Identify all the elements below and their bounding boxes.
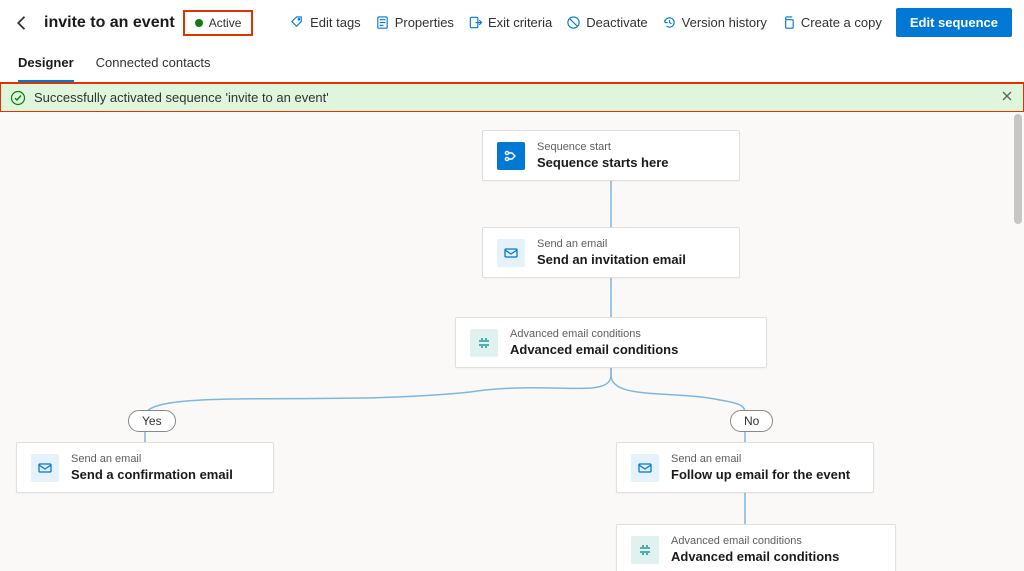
status-text: Active — [209, 16, 242, 30]
email-icon — [31, 454, 59, 482]
tab-connected-contacts[interactable]: Connected contacts — [96, 47, 211, 82]
back-button[interactable] — [12, 13, 32, 33]
email-icon — [631, 454, 659, 482]
edit-tags-button[interactable]: Edit tags — [290, 15, 361, 30]
canvas-scrollbar[interactable] — [1014, 114, 1022, 224]
success-message: Successfully activated sequence 'invite … — [34, 90, 329, 105]
email-icon — [497, 239, 525, 267]
node-title: Advanced email conditions — [510, 342, 678, 357]
node-label: Send an email — [537, 238, 686, 250]
tabs: Designer Connected contacts — [0, 47, 1024, 83]
properties-button[interactable]: Properties — [375, 15, 454, 30]
node-label: Sequence start — [537, 141, 669, 153]
node-conditions-1[interactable]: Advanced email conditions Advanced email… — [455, 317, 767, 368]
node-title: Send a confirmation email — [71, 467, 233, 482]
sequence-canvas[interactable]: Sequence start Sequence starts here Send… — [0, 112, 1024, 571]
create-copy-button[interactable]: Create a copy — [781, 15, 882, 30]
node-conditions-2[interactable]: Advanced email conditions Advanced email… — [616, 524, 896, 571]
node-title: Send an invitation email — [537, 252, 686, 267]
condition-icon — [470, 329, 498, 357]
node-confirmation-email[interactable]: Send an email Send a confirmation email — [16, 442, 274, 493]
start-icon — [497, 142, 525, 170]
branch-no: No — [730, 410, 773, 432]
node-label: Advanced email conditions — [510, 328, 678, 340]
node-title: Sequence starts here — [537, 155, 669, 170]
branch-yes: Yes — [128, 410, 176, 432]
exit-criteria-button[interactable]: Exit criteria — [468, 15, 552, 30]
close-banner-button[interactable] — [1000, 89, 1014, 106]
node-label: Send an email — [71, 453, 233, 465]
tab-designer[interactable]: Designer — [18, 47, 74, 82]
node-label: Advanced email conditions — [671, 535, 839, 547]
edit-sequence-button[interactable]: Edit sequence — [896, 8, 1012, 37]
success-banner: Successfully activated sequence 'invite … — [0, 83, 1024, 112]
node-followup-email[interactable]: Send an email Follow up email for the ev… — [616, 442, 874, 493]
condition-icon — [631, 536, 659, 564]
status-badge: Active — [187, 14, 250, 32]
node-title: Advanced email conditions — [671, 549, 839, 564]
node-title: Follow up email for the event — [671, 467, 850, 482]
check-circle-icon — [10, 90, 26, 106]
status-dot-icon — [195, 19, 203, 27]
close-icon — [1000, 89, 1014, 103]
page-title: invite to an event — [44, 14, 175, 32]
version-history-button[interactable]: Version history — [662, 15, 767, 30]
node-label: Send an email — [671, 453, 850, 465]
node-sequence-start[interactable]: Sequence start Sequence starts here — [482, 130, 740, 181]
node-send-invitation[interactable]: Send an email Send an invitation email — [482, 227, 740, 278]
deactivate-button[interactable]: Deactivate — [566, 15, 647, 30]
